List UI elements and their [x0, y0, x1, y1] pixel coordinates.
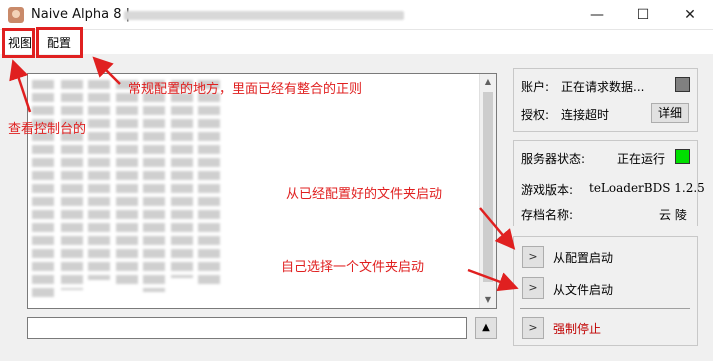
arrow-view [9, 59, 32, 113]
arrow-start-file [467, 268, 519, 292]
annotation-console-note: 查看控制台的 [8, 122, 87, 137]
annotation-arrows [9, 56, 519, 292]
arrow-config [92, 56, 121, 85]
arrow-start-config [479, 207, 516, 250]
annotation-start-folder-note: 自己选择一个文件夹启动 [281, 260, 425, 275]
annotation-config-note: 常规配置的地方，里面已经有整合的正则 [128, 82, 363, 97]
annotation-start-config-note: 从已经配置好的文件夹启动 [286, 187, 443, 202]
